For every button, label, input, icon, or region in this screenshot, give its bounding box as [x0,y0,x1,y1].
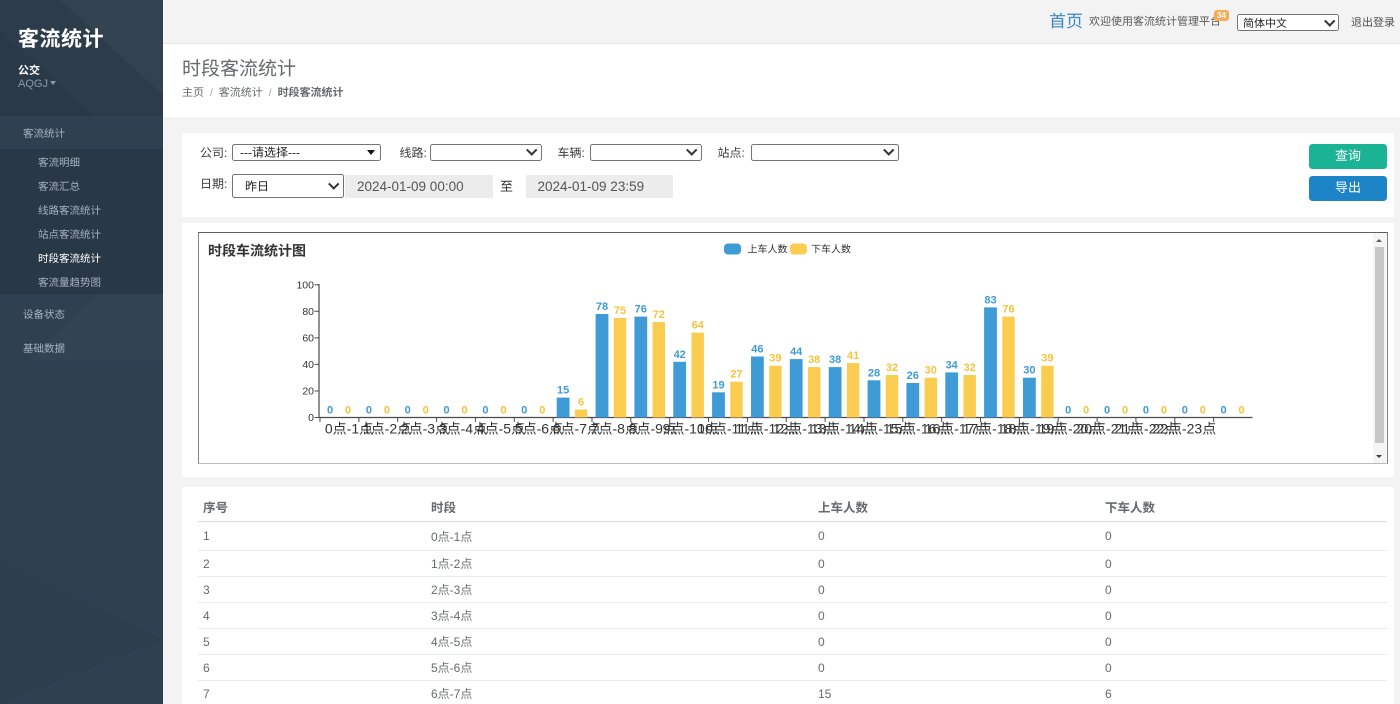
svg-text:27: 27 [730,369,742,381]
svg-text:72: 72 [653,309,665,321]
svg-text:0: 0 [462,405,468,417]
svg-text:0: 0 [423,405,429,417]
svg-text:30: 30 [1023,365,1035,377]
svg-text:40: 40 [302,359,314,371]
svg-text:0: 0 [1221,405,1227,417]
svg-text:0: 0 [1200,405,1206,417]
svg-text:0: 0 [1122,405,1128,417]
svg-text:83: 83 [984,294,996,306]
svg-text:46: 46 [751,344,763,356]
svg-text:39: 39 [1041,353,1053,365]
svg-text:0: 0 [1104,405,1110,417]
svg-text:0: 0 [1182,405,1188,417]
svg-text:100: 100 [296,280,314,292]
svg-text:6: 6 [578,397,584,409]
svg-text:32: 32 [964,362,976,374]
svg-text:下车人数: 下车人数 [811,244,851,256]
svg-text:0: 0 [405,405,411,417]
svg-text:28: 28 [868,367,880,379]
svg-text:时段车流统计图: 时段车流统计图 [208,243,306,259]
svg-text:80: 80 [302,306,314,318]
svg-text:32: 32 [886,362,898,374]
svg-text:0: 0 [384,405,390,417]
svg-text:26: 26 [907,370,919,382]
svg-text:78: 78 [596,301,608,313]
svg-text:0: 0 [308,412,314,424]
svg-text:0: 0 [1161,405,1167,417]
svg-text:39: 39 [769,353,781,365]
svg-text:75: 75 [614,305,626,317]
svg-text:0: 0 [1239,405,1245,417]
svg-text:19: 19 [712,379,724,391]
svg-text:0: 0 [327,405,333,417]
svg-text:76: 76 [1002,304,1014,316]
svg-text:38: 38 [829,354,841,366]
svg-text:34: 34 [946,359,959,371]
svg-text:20: 20 [302,386,314,398]
svg-text:44: 44 [790,346,803,358]
svg-text:38: 38 [808,354,820,366]
svg-text:64: 64 [692,320,705,332]
svg-text:30: 30 [925,365,937,377]
svg-text:60: 60 [302,333,314,345]
svg-text:0: 0 [1143,405,1149,417]
svg-text:0: 0 [366,405,372,417]
svg-text:76: 76 [635,304,647,316]
svg-text:0: 0 [1065,405,1071,417]
svg-text:0: 0 [482,405,488,417]
svg-text:15: 15 [557,385,569,397]
svg-text:0: 0 [500,405,506,417]
svg-text:0: 0 [1083,405,1089,417]
svg-text:41: 41 [847,350,859,362]
svg-text:0: 0 [444,405,450,417]
svg-text:0: 0 [345,405,351,417]
svg-text:42: 42 [674,349,686,361]
svg-text:上车人数: 上车人数 [748,244,788,256]
svg-text:22点-23点: 22点-23点 [1152,420,1216,436]
svg-text:0: 0 [539,405,545,417]
svg-text:0: 0 [521,405,527,417]
